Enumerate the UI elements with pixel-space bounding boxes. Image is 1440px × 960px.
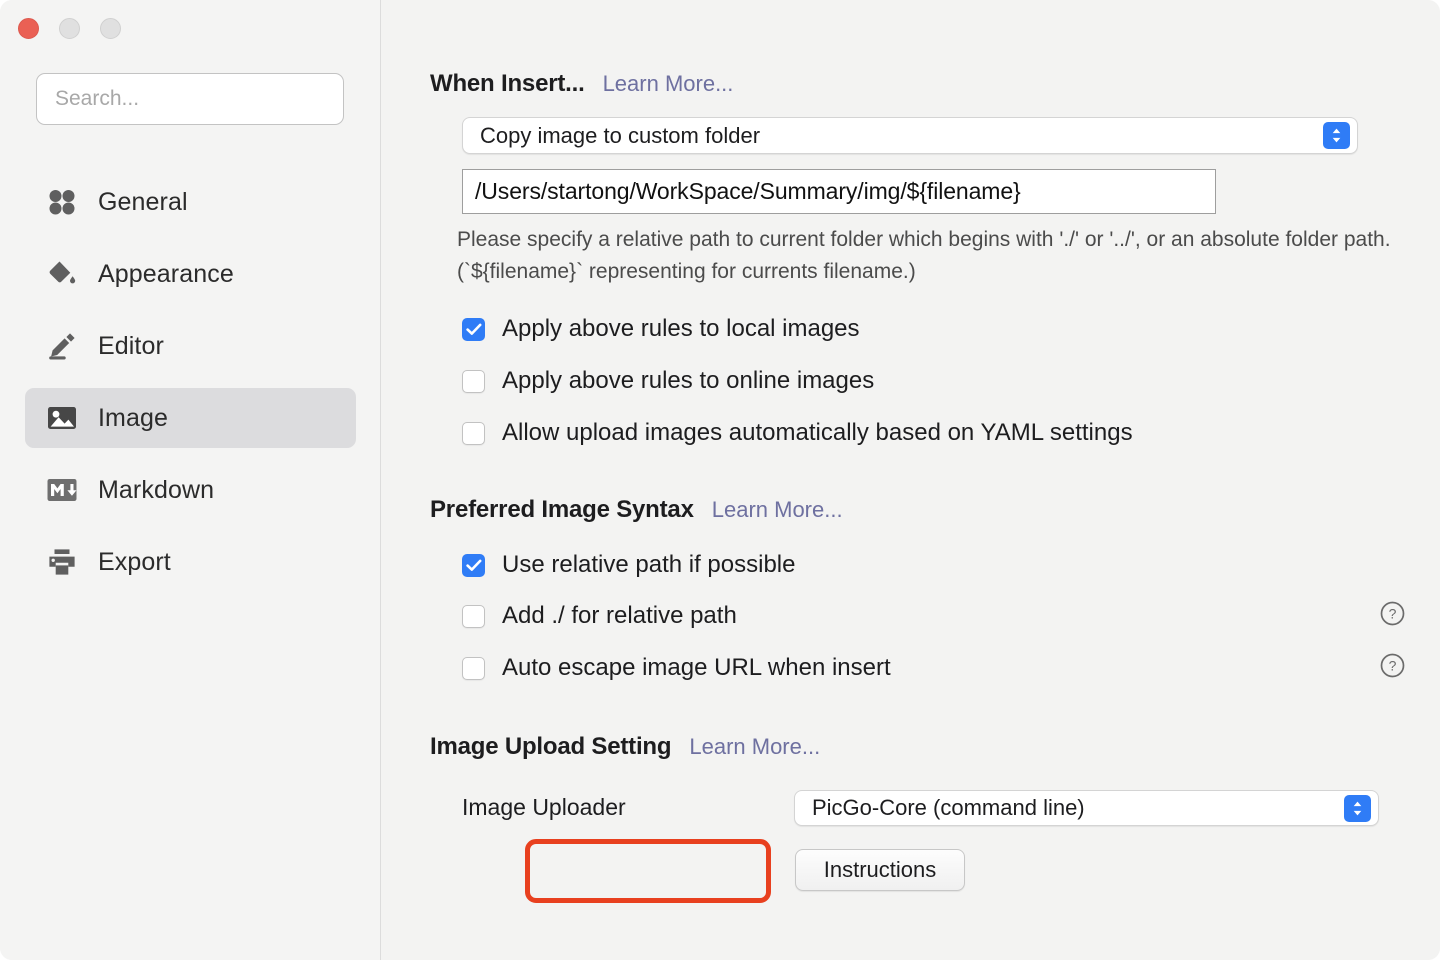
- sidebar-item-label: Export: [98, 547, 171, 576]
- checkbox-row-add-dot-slash[interactable]: Add ./ for relative path: [462, 602, 737, 630]
- custom-folder-path-hint: Please specify a relative path to curren…: [457, 228, 1391, 283]
- checkbox-label: Add ./ for relative path: [502, 602, 737, 629]
- checkbox-relative-path[interactable]: [462, 553, 485, 577]
- checkbox-label: Apply above rules to online images: [502, 367, 875, 394]
- section-title: Preferred Image Syntax: [430, 496, 694, 523]
- section-header-image-upload: Image Upload Setting Learn More...: [430, 733, 820, 761]
- checkbox-row-local-images[interactable]: Apply above rules to local images: [462, 315, 860, 343]
- learn-more-link[interactable]: Learn More...: [712, 497, 843, 523]
- sidebar-item-label: Image: [98, 403, 168, 432]
- custom-folder-path-field[interactable]: /Users/startong/WorkSpace/Summary/img/${…: [462, 169, 1216, 214]
- picture-icon: [45, 401, 79, 435]
- section-title: Image Upload Setting: [430, 733, 672, 760]
- checkbox-online-images[interactable]: [462, 369, 485, 393]
- sidebar-item-editor[interactable]: Editor: [25, 316, 356, 376]
- svg-text:?: ?: [1389, 606, 1397, 622]
- image-uploader-select-value: PicGo-Core (command line): [812, 795, 1085, 820]
- checkbox-row-online-images[interactable]: Apply above rules to online images: [462, 367, 874, 395]
- learn-more-link[interactable]: Learn More...: [603, 71, 734, 97]
- sidebar-item-appearance[interactable]: Appearance: [25, 244, 356, 304]
- chevron-updown-icon: [1344, 794, 1371, 822]
- section-title: When Insert...: [430, 70, 585, 97]
- sidebar-item-markdown[interactable]: Markdown: [25, 460, 356, 520]
- sidebar-item-general[interactable]: General: [25, 172, 356, 232]
- sidebar-item-label: Appearance: [98, 259, 234, 288]
- preferences-window: General Appearance: [0, 0, 1440, 960]
- settings-pane-image: When Insert... Learn More... Copy image …: [382, 0, 1440, 960]
- custom-folder-path-value: /Users/startong/WorkSpace/Summary/img/${…: [475, 178, 1021, 204]
- checkbox-row-auto-escape-url[interactable]: Auto escape image URL when insert: [462, 654, 891, 682]
- checkbox-label: Auto escape image URL when insert: [502, 654, 891, 681]
- chevron-updown-icon: [1323, 122, 1350, 149]
- sidebar-item-image[interactable]: Image: [25, 388, 356, 448]
- section-header-preferred-syntax: Preferred Image Syntax Learn More...: [430, 496, 843, 524]
- image-uploader-select[interactable]: PicGo-Core (command line): [794, 790, 1379, 826]
- paint-bucket-icon: [45, 257, 79, 291]
- markdown-icon: [45, 473, 79, 507]
- uploader-config-field[interactable]: [530, 844, 762, 896]
- insert-action-select[interactable]: Copy image to custom folder: [462, 117, 1358, 154]
- checkbox-label: Allow upload images automatically based …: [502, 419, 1133, 446]
- zoom-button-icon[interactable]: [100, 18, 121, 39]
- printer-icon: [45, 545, 79, 579]
- checkbox-row-yaml-auto-upload[interactable]: Allow upload images automatically based …: [462, 419, 1133, 447]
- checkbox-auto-escape-url[interactable]: [462, 656, 485, 680]
- insert-action-select-value: Copy image to custom folder: [480, 122, 761, 148]
- sidebar-nav-list: General Appearance Editor Image Markdown…: [0, 172, 381, 604]
- checkbox-label: Apply above rules to local images: [502, 315, 860, 342]
- four-dots-icon: [45, 185, 79, 219]
- sidebar: General Appearance: [0, 0, 381, 960]
- checkbox-row-relative-path[interactable]: Use relative path if possible: [462, 551, 795, 579]
- help-icon-auto-escape-url[interactable]: ?: [1380, 653, 1405, 678]
- learn-more-link[interactable]: Learn More...: [689, 734, 820, 760]
- help-icon-add-dot-slash[interactable]: ?: [1380, 601, 1405, 626]
- checkbox-add-dot-slash[interactable]: [462, 604, 485, 628]
- checkbox-local-images[interactable]: [462, 317, 485, 341]
- image-uploader-label: Image Uploader: [462, 794, 626, 820]
- checkbox-label: Use relative path if possible: [502, 551, 796, 578]
- section-header-when-insert: When Insert... Learn More...: [430, 70, 733, 98]
- sidebar-item-export[interactable]: Export: [25, 532, 356, 592]
- sidebar-item-label: General: [98, 187, 188, 216]
- search-field[interactable]: [36, 73, 344, 125]
- close-button-icon[interactable]: [18, 18, 39, 39]
- sidebar-item-label: Markdown: [98, 475, 215, 504]
- window-traffic-lights: [18, 18, 121, 39]
- pencil-icon: [45, 329, 79, 363]
- svg-text:?: ?: [1389, 658, 1397, 674]
- sidebar-item-label: Editor: [98, 331, 164, 360]
- search-input[interactable]: [36, 73, 344, 125]
- instructions-button[interactable]: Instructions: [795, 849, 965, 891]
- checkbox-yaml-auto-upload[interactable]: [462, 421, 485, 445]
- minimize-button-icon[interactable]: [59, 18, 80, 39]
